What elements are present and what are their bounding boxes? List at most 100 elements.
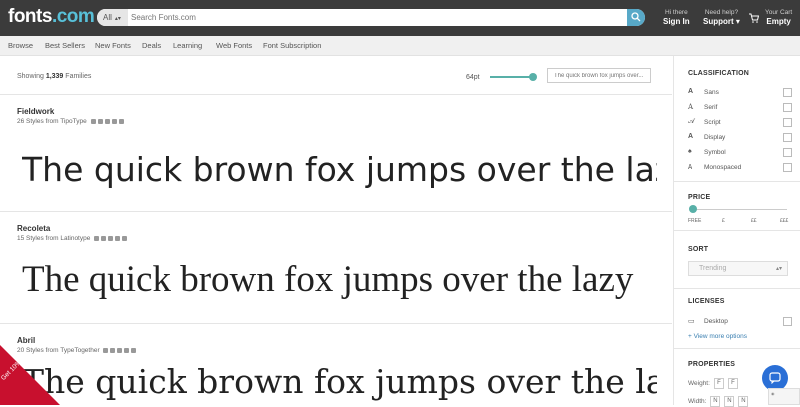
sans-icon: A xyxy=(688,88,694,95)
price-slider[interactable] xyxy=(691,209,787,210)
web-icon xyxy=(110,347,116,353)
width-filter: Width: N N N xyxy=(688,396,749,407)
nav-learning[interactable]: Learning xyxy=(173,41,202,50)
search-input[interactable] xyxy=(131,9,621,26)
symbol-icon: ♠ xyxy=(688,148,692,155)
checkbox[interactable] xyxy=(783,317,792,326)
info-icon xyxy=(118,118,124,124)
checkbox[interactable] xyxy=(783,133,792,142)
monospaced-icon: A xyxy=(688,163,693,171)
weight-option[interactable]: F xyxy=(727,378,738,389)
font-card-fieldwork[interactable]: Fieldwork 26 Styles from TipoType The qu… xyxy=(0,94,672,211)
price-slider-handle[interactable] xyxy=(689,205,697,213)
divider xyxy=(674,181,800,182)
epub-icon xyxy=(115,235,121,241)
filter-symbol[interactable]: ♠ Symbol xyxy=(688,148,792,158)
desktop-icon xyxy=(103,347,109,353)
search-button[interactable] xyxy=(627,9,645,26)
font-card-recoleta[interactable]: Recoleta 15 Styles from Latinotype The q… xyxy=(0,211,672,323)
search-icon xyxy=(631,12,641,22)
epub-icon xyxy=(111,118,117,124)
cart-icon[interactable] xyxy=(749,13,759,23)
nav-new-fonts[interactable]: New Fonts xyxy=(95,41,131,50)
filter-desktop-license[interactable]: ▭ Desktop xyxy=(688,317,792,327)
sort-title: SORT xyxy=(688,246,709,253)
preview-text-input[interactable] xyxy=(547,68,651,83)
logo[interactable]: fonts.com xyxy=(8,6,95,28)
results-count: Showing 1,339 Families xyxy=(17,73,92,80)
desktop-icon xyxy=(90,118,96,124)
script-icon: 𝒜 xyxy=(688,118,695,125)
nav-font-subscription[interactable]: Font Subscription xyxy=(263,41,321,50)
web-icon xyxy=(101,235,107,241)
price-low-label: £ xyxy=(722,218,725,224)
info-icon xyxy=(122,235,128,241)
font-meta: 26 Styles from TipoType xyxy=(17,118,124,125)
price-title: PRICE xyxy=(688,194,711,201)
nav-web-fonts[interactable]: Web Fonts xyxy=(216,41,252,50)
display-icon: A xyxy=(688,133,694,140)
filter-sidebar: CLASSIFICATION A Sans A Serif 𝒜 Script A Dis… xyxy=(673,56,800,407)
checkbox[interactable] xyxy=(783,148,792,157)
classification-title: CLASSIFICATION xyxy=(688,70,750,77)
font-card-abril[interactable]: Abril 20 Styles from TypeTogether The qu… xyxy=(0,323,672,405)
size-slider-handle[interactable] xyxy=(529,73,537,81)
font-results: Showing 1,339 Families 64pt Fieldwork 26… xyxy=(0,56,672,405)
support-menu[interactable]: Need help? Support ▾ xyxy=(703,9,740,26)
desktop-icon xyxy=(94,235,100,241)
divider xyxy=(674,348,800,349)
main-nav: Browse Best Sellers New Fonts Deals Lear… xyxy=(0,36,800,56)
app-icon xyxy=(104,118,110,124)
recaptcha-icon: ◉ xyxy=(771,391,775,396)
font-name[interactable]: Fieldwork xyxy=(17,107,54,116)
desktop-icon: ▭ xyxy=(688,318,695,325)
checkbox[interactable] xyxy=(783,88,792,97)
filter-serif[interactable]: A Serif xyxy=(688,103,792,113)
serif-icon: A xyxy=(688,103,694,111)
divider xyxy=(674,230,800,231)
width-option[interactable]: N xyxy=(724,396,735,407)
checkbox[interactable] xyxy=(783,103,792,112)
search-category-select[interactable]: All ▴▾ xyxy=(97,9,128,26)
price-high-label: £££ xyxy=(780,218,789,224)
sign-in-link[interactable]: Hi there Sign In xyxy=(663,9,690,26)
cart-link[interactable]: Your Cart Empty xyxy=(765,9,792,26)
font-sample[interactable]: The quick brown fox jumps over the lazy xyxy=(22,150,657,189)
sort-arrows-icon: ▴▾ xyxy=(775,266,782,272)
filter-display[interactable]: A Display xyxy=(688,133,792,143)
filter-monospaced[interactable]: A Monospaced xyxy=(688,163,792,173)
chat-icon xyxy=(769,372,781,384)
nav-best-sellers[interactable]: Best Sellers xyxy=(45,41,85,50)
price-free-label: FREE xyxy=(688,218,702,224)
web-icon xyxy=(97,118,103,124)
nav-browse[interactable]: Browse xyxy=(8,41,33,50)
app-icon xyxy=(117,347,123,353)
epub-icon xyxy=(124,347,130,353)
checkbox[interactable] xyxy=(783,163,792,172)
size-label: 64pt xyxy=(466,74,480,81)
font-sample[interactable]: The quick brown fox jumps over the lazy xyxy=(22,258,657,301)
size-slider[interactable] xyxy=(490,73,537,81)
search-bar: All ▴▾ xyxy=(97,9,645,26)
filter-sans[interactable]: A Sans xyxy=(688,88,792,98)
checkbox[interactable] xyxy=(783,118,792,127)
properties-title: PROPERTIES xyxy=(688,361,736,368)
recaptcha-badge: ◉ xyxy=(768,388,800,405)
font-name[interactable]: Abril xyxy=(17,336,35,345)
font-meta: 15 Styles from Latinotype xyxy=(17,235,128,242)
sort-select[interactable]: Trending ▴▾ xyxy=(688,261,788,276)
nav-deals[interactable]: Deals xyxy=(142,41,161,50)
filter-script[interactable]: 𝒜 Script xyxy=(688,118,792,128)
price-mid-label: ££ xyxy=(751,218,757,224)
width-option[interactable]: N xyxy=(710,396,721,407)
licenses-title: LICENSES xyxy=(688,298,725,305)
view-more-options-link[interactable]: + View more options xyxy=(688,333,747,340)
font-sample[interactable]: The quick brown fox jumps over the lazy xyxy=(22,362,657,401)
width-option[interactable]: N xyxy=(738,396,749,407)
divider xyxy=(674,288,800,289)
weight-option[interactable]: F xyxy=(713,378,724,389)
weight-filter: Weight: F F xyxy=(688,378,738,389)
app-icon xyxy=(108,235,114,241)
font-name[interactable]: Recoleta xyxy=(17,224,50,233)
top-bar: fonts.com All▴▾ Hi thereSign In Need hel… xyxy=(0,0,800,36)
